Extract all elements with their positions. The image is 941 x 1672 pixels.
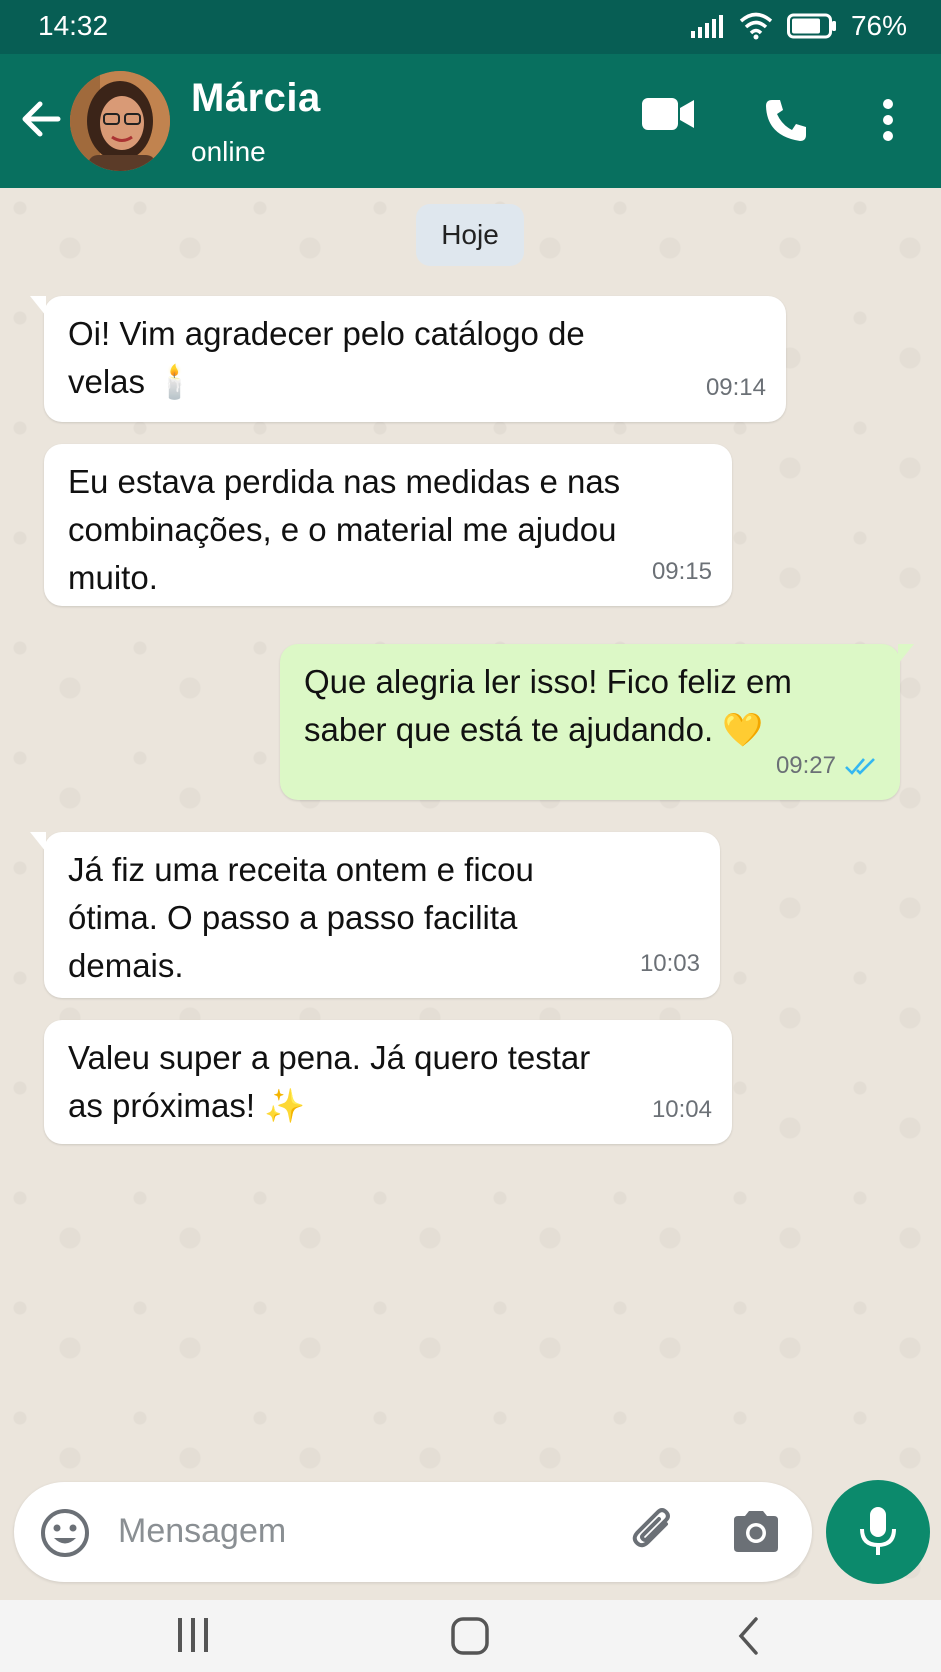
chat-area[interactable]: Hoje Oi! Vim agradecer pelo catálogo de … [0, 188, 941, 1600]
voice-message-button[interactable] [826, 1480, 930, 1584]
chat-header: Márcia online [0, 54, 941, 188]
status-time: 14:32 [38, 10, 109, 41]
signal-icon [690, 15, 723, 38]
bubble-tail [30, 296, 46, 316]
camera-icon[interactable] [730, 1510, 782, 1554]
recent-apps-icon[interactable] [176, 1616, 210, 1654]
back-nav-icon[interactable] [736, 1616, 760, 1656]
attach-icon[interactable] [626, 1504, 682, 1560]
contact-avatar[interactable] [70, 71, 170, 171]
bubble-tail [898, 644, 914, 664]
avatar-image [70, 71, 170, 171]
message-time-text: 09:15 [651, 558, 712, 585]
message-time-text: 09:14 [705, 374, 766, 401]
message-text: Oi! Vim agradecer pelo catálogo de [68, 315, 585, 352]
phone-icon[interactable] [762, 96, 810, 144]
message-text: muito. [68, 559, 158, 596]
status-bar: 14:32 76% [0, 0, 941, 54]
status-icons: 76% [690, 10, 907, 42]
message-time-text: 10:03 [639, 950, 700, 977]
mic-icon [860, 1507, 896, 1555]
more-options-icon[interactable] [880, 98, 896, 142]
message-time-text: 09:27 [775, 752, 836, 779]
message-bubble-incoming[interactable]: Eu estava perdida nas medidas e nas comb… [44, 444, 732, 606]
message-text: ótima. O passo a passo facilita [68, 899, 518, 936]
wifi-icon [739, 12, 773, 40]
battery-icon [786, 13, 836, 39]
message-bubble-outgoing[interactable]: Que alegria ler isso! Fico feliz em sabe… [280, 644, 914, 800]
message-bubble-incoming[interactable]: Oi! Vim agradecer pelo catálogo de velas… [30, 296, 786, 422]
message-text: combinações, e o material me ajudou [68, 511, 617, 548]
message-time: 10:04 [652, 1086, 712, 1134]
message-time: 10:03 [640, 940, 700, 988]
message-input[interactable]: Mensagem [118, 1512, 286, 1551]
message-time: 09:14 [706, 364, 766, 412]
message-time: 09:15 [652, 548, 712, 596]
message-text: Valeu super a pena. Já quero testar [68, 1039, 591, 1076]
message-text: Já fiz uma receita ontem e ficou [68, 851, 534, 888]
message-bubble-incoming[interactable]: Já fiz uma receita ontem e ficou ótima. … [30, 832, 720, 998]
contact-status: online [191, 136, 266, 167]
bubble-tail [30, 832, 46, 852]
date-chip: Hoje [416, 204, 524, 266]
contact-name[interactable]: Márcia [191, 76, 321, 121]
back-arrow-icon[interactable] [18, 96, 64, 142]
emoji-icon[interactable] [40, 1508, 90, 1558]
system-nav-bar [0, 1600, 941, 1672]
message-text: Eu estava perdida nas medidas e nas [68, 463, 621, 500]
battery-percent: 76% [850, 10, 907, 41]
message-text: velas 🕯️ [68, 363, 196, 400]
read-receipt-icon [845, 758, 875, 775]
message-text: as próximas! ✨ [68, 1087, 306, 1124]
message-composer[interactable]: Mensagem [14, 1482, 812, 1582]
message-bubble-incoming[interactable]: Valeu super a pena. Já quero testar as p… [44, 1020, 732, 1144]
message-text: Que alegria ler isso! Fico feliz em [304, 663, 792, 700]
home-icon[interactable] [450, 1616, 490, 1656]
video-call-icon[interactable] [640, 94, 696, 134]
message-text: demais. [68, 947, 184, 984]
message-time: 09:27 [776, 742, 880, 790]
message-time-text: 10:04 [651, 1096, 712, 1123]
